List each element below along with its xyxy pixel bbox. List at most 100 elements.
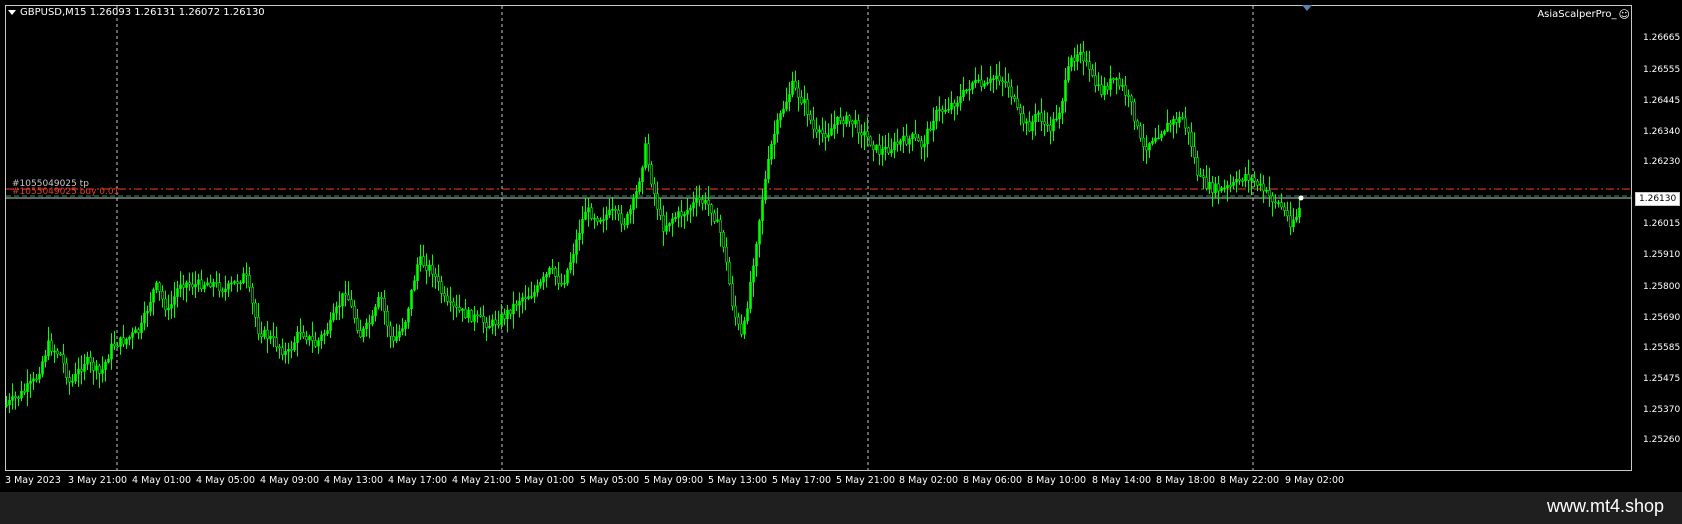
candle-body [251,286,254,304]
time-tick-label: 4 May 09:00 [260,475,320,486]
candle-body [815,128,818,133]
candle-body [926,128,929,145]
candle-body [1202,175,1205,178]
candle-body [455,305,458,308]
candle-body [1244,174,1247,182]
candle-body [611,209,614,211]
smile-icon[interactable]: ☺ [1619,8,1630,21]
candle-body [1007,81,1010,88]
candle-body [605,214,608,220]
candle-body [596,218,599,222]
candle-body [797,87,800,98]
candle-body [737,316,740,325]
time-tick-label: 8 May 14:00 [1092,475,1152,486]
candle-body [941,109,944,112]
candle-body [95,365,98,371]
chart-window[interactable]: GBPUSD,M15 1.26093 1.26131 1.26072 1.261… [0,0,1682,492]
candle-body [1205,177,1208,189]
candle-body [776,119,779,135]
candle-body [554,268,557,277]
candles-canvas[interactable] [0,0,1682,492]
candle-body [878,145,881,155]
candle-body [851,120,854,125]
candle-body [683,214,686,217]
candle-body [1031,121,1034,132]
candle-body [1253,177,1256,182]
candle-body [1286,210,1289,217]
candle-body [1121,85,1124,87]
candle-body [215,282,218,284]
candle-body [1022,113,1025,124]
candle-body [200,279,203,290]
candle-body [392,336,395,341]
candle-body [428,264,431,271]
footer-brand[interactable]: www.mt4.shop [1547,496,1664,517]
candle-body [932,120,935,131]
candle-body [593,218,596,220]
candle-body [401,328,404,332]
candle-body [1013,96,1016,100]
candle-body [671,218,674,224]
candle-body [875,145,878,151]
candle-body [56,350,59,355]
price-tick-label: 1.26555 [1643,65,1681,75]
candle-body [107,358,110,363]
candle-body [350,299,353,307]
candle-body [71,380,74,383]
candle-body [335,306,338,314]
price-tick-label: 1.26665 [1643,33,1681,43]
candle-body [641,167,644,183]
candle-body [626,213,629,226]
candle-body [665,225,668,232]
candle-body [80,369,83,372]
candle-body [1088,61,1091,70]
candle-body [572,254,575,263]
candle-body [1283,206,1286,211]
candle-body [953,102,956,107]
candle-body [38,373,41,380]
price-tick-label: 1.25370 [1643,405,1681,415]
candle-body [974,79,977,84]
candle-body [1247,174,1250,181]
candle-body [647,143,650,165]
candle-body [77,369,80,375]
candle-body [695,197,698,203]
candle-body [518,300,521,306]
candle-body [1211,182,1214,193]
candle-body [827,134,830,138]
candle-body [35,378,38,381]
candle-body [296,331,299,343]
order-buy-label: #1055049025 buy 0.01 [12,187,120,197]
candle-body [149,301,152,312]
candle-body [161,291,164,300]
candle-body [635,191,638,199]
candle-body [494,319,497,325]
candle-body [890,149,893,154]
candle-body [923,143,926,148]
candle-body [857,120,860,134]
expert-advisor-label[interactable]: AsiaScalperPro_ ☺ [1537,8,1630,21]
candle-body [116,345,119,348]
chart-shift-marker-icon[interactable] [1302,5,1312,11]
candle-body [1037,112,1040,115]
ea-name: AsiaScalperPro_ [1537,9,1617,20]
candle-body [1268,189,1271,197]
candle-body [1127,95,1130,97]
candle-body [14,396,17,398]
candle-body [821,129,824,134]
candle-body [1115,78,1118,80]
candle-body [701,199,704,204]
candle-body [338,305,341,308]
candle-body [173,296,176,305]
candle-body [710,204,713,214]
candle-body [5,404,8,407]
candle-body [146,311,149,314]
candle-body [1196,157,1199,176]
candle-body [1079,51,1082,55]
candle-body [704,199,707,204]
candle-body [986,82,989,84]
dropdown-arrow-icon[interactable] [8,10,16,15]
candle-body [1040,112,1043,122]
candle-body [119,337,122,347]
candle-body [560,283,563,285]
